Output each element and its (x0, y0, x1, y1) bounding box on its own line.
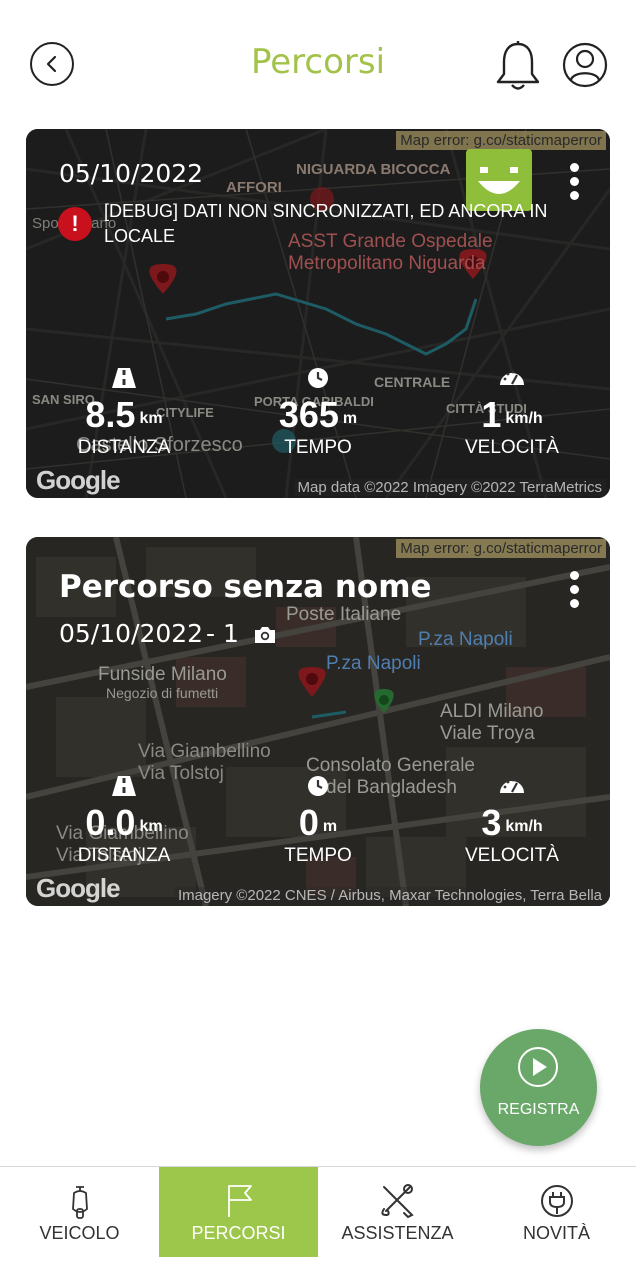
speed-unit: km/h (505, 818, 543, 835)
more-options-button[interactable] (570, 571, 580, 609)
plug-icon (541, 1185, 573, 1217)
speed-label: VELOCITÀ (465, 437, 559, 458)
nav-label: VEICOLO (39, 1223, 120, 1243)
debug-sync-message: [DEBUG] DATI NON SINCRONIZZATI, ED ANCOR… (104, 201, 548, 246)
map-label: Funside Milano (98, 664, 227, 685)
distance-value: 8.5 (85, 394, 136, 435)
record-label: REGISTRA (497, 1101, 580, 1118)
road-icon (112, 368, 136, 388)
road-icon (112, 776, 136, 796)
speed-value: 1 (481, 394, 502, 435)
map-label: NIGUARDA BICOCCA (296, 161, 451, 178)
google-logo: Google (36, 465, 121, 495)
map-label: P.za Napoli (326, 653, 421, 674)
time-unit: m (342, 410, 358, 427)
nav-label: ASSISTENZA (341, 1223, 454, 1243)
route-date: 05/10/2022 (59, 159, 204, 188)
clock-icon (308, 776, 328, 796)
stat-time: 0m TEMPO (238, 775, 398, 867)
map-label: Consolato Generale (306, 755, 475, 776)
header: Percorsi (0, 0, 636, 130)
route-card[interactable]: Map error: g.co/staticmaperror NIGUARDA … (26, 129, 610, 498)
time-unit: m (322, 818, 338, 835)
map-label: Negozio di fumetti (106, 685, 219, 701)
distance-unit: km (139, 410, 163, 427)
route-name: Percorso senza nome (59, 569, 432, 605)
stat-distance: 0.0 km DISTANZA (44, 775, 204, 867)
route-card[interactable]: Map error: g.co/staticmaperror Poste Ita… (26, 537, 610, 906)
stat-speed: 3 km/h VELOCITÀ (432, 775, 592, 867)
warning-icon: ! (58, 207, 92, 241)
flag-icon (228, 1185, 252, 1217)
time-label: TEMPO (284, 845, 352, 866)
map-label: Via Giambellino (138, 741, 271, 762)
map-label: P.za Napoli (418, 629, 513, 650)
map-label: AFFORI (226, 179, 282, 196)
speed-unit: km/h (505, 410, 543, 427)
stat-speed: 1 km/h VELOCITÀ (432, 367, 592, 459)
nav-item-veicolo[interactable]: VEICOLO (0, 1167, 159, 1257)
play-icon (518, 1047, 558, 1087)
nav-item-assistenza[interactable]: ASSISTENZA (318, 1167, 477, 1257)
map-label: ALDI Milano (440, 701, 544, 722)
photo-count: - 1 (206, 619, 277, 648)
map-attribution: Map data ©2022 Imagery ©2022 TerraMetric… (293, 479, 606, 496)
speedometer-icon (500, 778, 524, 793)
record-button[interactable]: REGISTRA (480, 1029, 597, 1146)
time-label: TEMPO (284, 437, 352, 458)
scooter-icon (72, 1186, 88, 1219)
camera-icon (254, 627, 275, 643)
time-value: 365 (278, 394, 339, 435)
map-label: Poste Italiane (286, 604, 402, 625)
route-date: 05/10/2022 (59, 619, 204, 648)
photo-count-value: - 1 (206, 619, 239, 648)
bottom-navigation: VEICOLO PERCORSI ASSISTENZA NOVITÀ (0, 1166, 636, 1280)
distance-label: DISTANZA (77, 845, 171, 866)
google-logo: Google (36, 873, 121, 903)
speed-label: VELOCITÀ (465, 845, 559, 866)
distance-unit: km (139, 818, 163, 835)
distance-label: DISTANZA (77, 437, 171, 458)
distance-value: 0.0 (85, 802, 136, 843)
stat-time: 365 m TEMPO (238, 367, 398, 459)
more-options-button[interactable] (570, 163, 580, 201)
map-attribution: Imagery ©2022 CNES / Airbus, Maxar Techn… (173, 887, 606, 904)
time-value: 0 (298, 802, 319, 843)
speedometer-icon (500, 370, 524, 385)
map-label: Viale Troya (440, 723, 535, 744)
stat-distance: 8.5 km DISTANZA (44, 367, 204, 459)
speed-value: 3 (481, 802, 502, 843)
map-label: Metropolitano Niguarda (288, 253, 486, 274)
tools-icon (381, 1184, 414, 1219)
clock-icon (308, 368, 328, 388)
user-icon[interactable] (562, 42, 608, 88)
nav-item-percorsi[interactable]: PERCORSI (159, 1167, 318, 1257)
nav-label: PERCORSI (191, 1223, 286, 1243)
bell-icon[interactable] (494, 40, 542, 92)
nav-item-novita[interactable]: NOVITÀ (477, 1167, 636, 1257)
nav-label: NOVITÀ (522, 1223, 590, 1243)
